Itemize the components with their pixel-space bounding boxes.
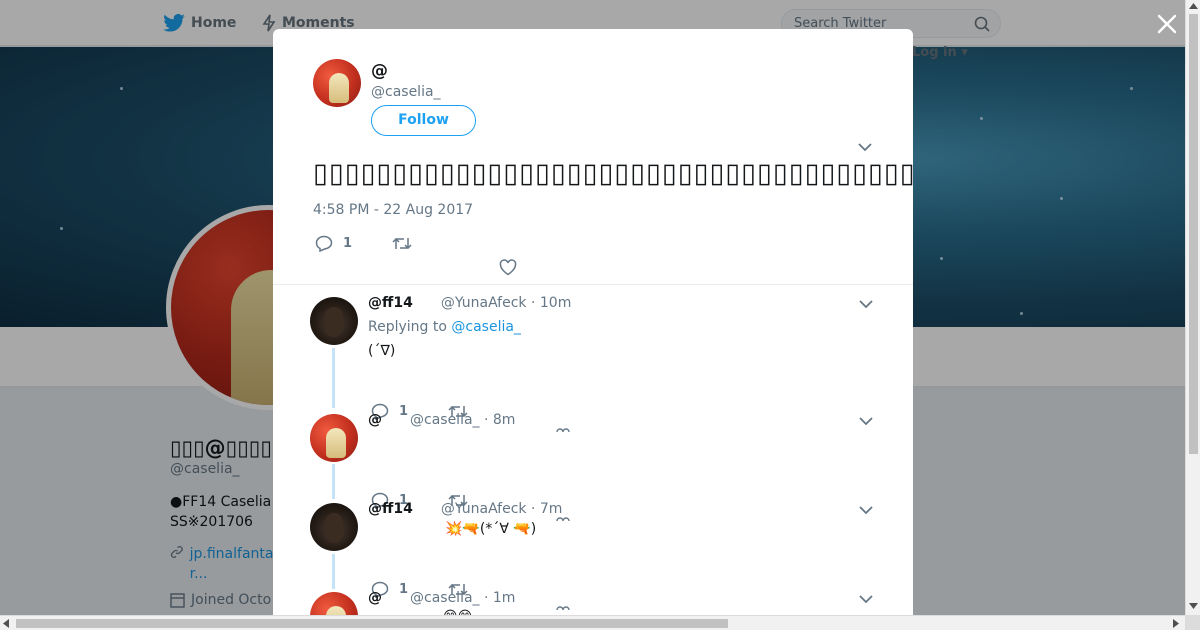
thread-connector — [332, 554, 335, 589]
retweet-icon — [392, 237, 412, 250]
reply-time[interactable]: · 7m — [531, 501, 562, 517]
heart-icon[interactable] — [556, 517, 570, 521]
reply-icon — [315, 235, 333, 252]
scroll-down-icon[interactable] — [1189, 603, 1198, 610]
reply-action[interactable]: 1 — [315, 235, 352, 252]
retweet-action[interactable] — [392, 236, 412, 251]
follow-button[interactable]: Follow — [371, 105, 476, 136]
reply-header: @ @caselia_ · 1m — [368, 590, 515, 606]
heart-icon[interactable] — [499, 259, 517, 276]
vertical-scroll-thumb[interactable] — [1189, 14, 1198, 454]
divider — [273, 284, 913, 285]
reply-header: @ @caselia_ · 8m — [368, 412, 515, 428]
tweet-timestamp[interactable]: 4:58 PM - 22 Aug 2017 — [313, 202, 473, 218]
replying-prefix: Replying to — [368, 319, 447, 335]
vertical-scrollbar[interactable] — [1185, 0, 1200, 615]
reply-header: @ff14 @YunaAfeck · 7m — [368, 501, 562, 517]
chevron-down-icon[interactable] — [858, 505, 874, 515]
reply-author-handle[interactable]: @caselia_ — [410, 412, 480, 428]
scroll-right-icon[interactable] — [1173, 619, 1180, 628]
reply-time[interactable]: · 10m — [531, 295, 571, 311]
avatar[interactable] — [310, 414, 358, 462]
reply-time[interactable]: · 1m — [484, 590, 515, 606]
reply-author-handle[interactable]: @YunaAfeck — [441, 501, 527, 517]
tweet-author-name[interactable]: @ — [371, 61, 388, 81]
avatar[interactable] — [310, 592, 358, 615]
reply-author-name[interactable]: @ — [368, 412, 382, 428]
reply-author-name[interactable]: @ff14 — [368, 501, 413, 517]
reply-author-handle[interactable]: @caselia_ — [410, 590, 480, 606]
reply-author-name[interactable]: @ff14 — [368, 295, 413, 311]
reply-author-name[interactable]: @ — [368, 590, 382, 606]
horizontal-scrollbar[interactable] — [0, 615, 1185, 630]
tweet-author-handle[interactable]: @caselia_ — [371, 84, 441, 100]
reply-time[interactable]: · 8m — [484, 412, 515, 428]
reply-header: @ff14 @YunaAfeck · 10m — [368, 295, 571, 311]
avatar[interactable] — [313, 59, 361, 107]
chevron-down-icon[interactable] — [858, 299, 874, 309]
tweet-text: ▯▯▯▯▯▯▯▯▯▯▯▯▯▯▯▯▯▯▯▯▯▯▯▯▯▯▯▯▯▯▯▯▯▯▯▯▯▯▯▯… — [313, 158, 913, 189]
close-icon[interactable] — [1155, 12, 1179, 36]
replying-to-link[interactable]: @caselia_ — [451, 319, 521, 335]
chevron-down-icon[interactable] — [858, 416, 874, 426]
scrollbar-corner — [1185, 615, 1200, 630]
reply-text: 💥🔫(*´∀ 🔫) — [445, 521, 537, 537]
thread-connector — [332, 464, 335, 499]
chevron-down-icon[interactable] — [858, 594, 874, 604]
tweet-actions: 1 — [315, 235, 412, 252]
reply-count: 1 — [343, 236, 353, 251]
heart-icon[interactable] — [556, 606, 570, 610]
tweet-permalink-modal: @ @caselia_ Follow ▯▯▯▯▯▯▯▯▯▯▯▯▯▯▯▯▯▯▯▯▯… — [273, 29, 913, 615]
chevron-down-icon[interactable] — [857, 142, 873, 152]
avatar[interactable] — [310, 297, 358, 345]
replying-to: Replying to @caselia_ — [368, 319, 521, 335]
avatar[interactable] — [310, 503, 358, 551]
reply-author-handle[interactable]: @YunaAfeck — [441, 295, 527, 311]
scroll-left-icon[interactable] — [3, 619, 10, 628]
horizontal-scroll-thumb[interactable] — [16, 619, 728, 628]
thread-connector — [332, 348, 335, 408]
scroll-up-icon[interactable] — [1189, 3, 1198, 10]
reply-text: (´∇) — [368, 343, 396, 359]
heart-icon[interactable] — [556, 428, 570, 432]
